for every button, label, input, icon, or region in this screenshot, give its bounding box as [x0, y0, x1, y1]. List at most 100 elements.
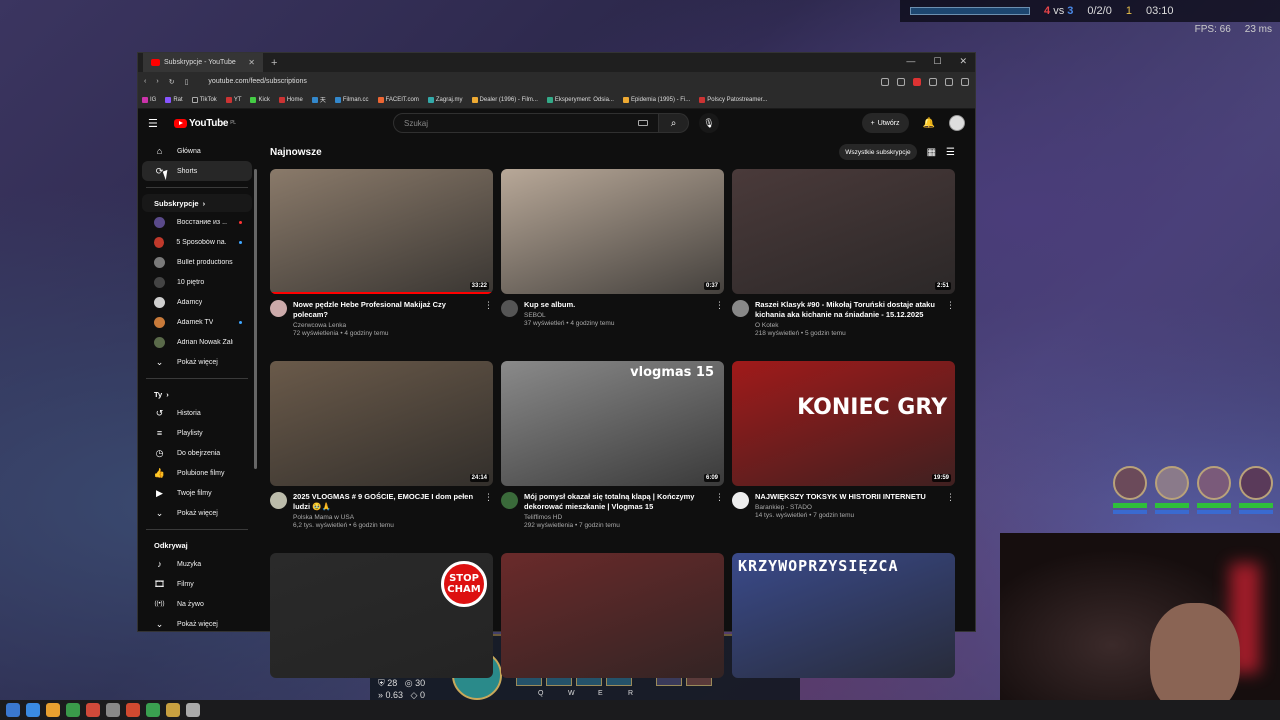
- screen-icon[interactable]: [881, 77, 889, 86]
- more-options-icon[interactable]: ⋮: [946, 300, 955, 311]
- video-thumbnail[interactable]: vlogmas 15 6:09: [501, 361, 724, 486]
- taskbar-app-icon[interactable]: [66, 703, 80, 717]
- voice-search-button[interactable]: 🎙: [699, 113, 719, 133]
- bookmark-item[interactable]: TikTok: [191, 96, 217, 103]
- champion-portrait[interactable]: [1196, 466, 1232, 514]
- keyboard-icon[interactable]: [638, 120, 648, 126]
- sidebar-item-music[interactable]: ♪ Muzyka: [142, 554, 252, 574]
- bookmark-item[interactable]: IG: [142, 96, 156, 103]
- start-icon[interactable]: [6, 703, 20, 717]
- channel-avatar[interactable]: [501, 492, 518, 509]
- channel-avatar[interactable]: [270, 492, 287, 509]
- share-icon[interactable]: [897, 77, 905, 86]
- video-title[interactable]: 2025 VLOGMAS # 9 GOŚCIE, EMOCJE I dom pe…: [293, 492, 478, 512]
- bookmark-item[interactable]: Rat: [165, 96, 183, 103]
- more-options-icon[interactable]: ⋮: [715, 492, 724, 503]
- taskbar-app-icon[interactable]: [186, 703, 200, 717]
- video-card[interactable]: STOP CHAM: [270, 553, 493, 720]
- taskbar-app-icon[interactable]: [106, 703, 120, 717]
- taskbar-app-icon[interactable]: [126, 703, 140, 717]
- more-options-icon[interactable]: ⋮: [484, 492, 493, 503]
- extension-icon[interactable]: [929, 77, 937, 86]
- download-icon[interactable]: [945, 77, 953, 86]
- subscription-item[interactable]: Adrian Nowak Żalno: [142, 332, 252, 352]
- subscription-item[interactable]: Восстание из ...: [142, 212, 252, 232]
- video-title[interactable]: Kup se album.: [524, 300, 614, 310]
- channel-avatar[interactable]: [501, 300, 518, 317]
- sidebar-scrollbar[interactable]: [254, 169, 257, 469]
- sidebar-item-watch-later[interactable]: ◷ Do obejrzenia: [142, 443, 252, 463]
- video-card[interactable]: KRZYWOPRZYSIĘZCA: [732, 553, 955, 720]
- notifications-bell-icon[interactable]: 🔔: [923, 118, 935, 129]
- video-thumbnail[interactable]: 2:51: [732, 169, 955, 294]
- bookmark-item[interactable]: Eksperyment: Odsia...: [546, 96, 614, 103]
- maximize-button[interactable]: ☐: [933, 56, 941, 67]
- bookmark-item[interactable]: FACEIT.com: [377, 96, 419, 103]
- sidebar-item-playlist[interactable]: ≡ Playlisty: [142, 423, 252, 443]
- channel-name[interactable]: Barankiep - STADO: [755, 504, 926, 511]
- subscription-item[interactable]: Adamcy: [142, 292, 252, 312]
- video-thumbnail[interactable]: 0:37: [501, 169, 724, 294]
- bookmark-item[interactable]: Epidemia (1995) - Fi...: [622, 96, 690, 103]
- sidebar-item-live[interactable]: ((•)) Na żywo: [142, 594, 252, 614]
- video-card[interactable]: 2:51 Raszei Klasyk #90 - Mikołaj Toruński…: [732, 169, 955, 351]
- subscription-item[interactable]: 5 Sposobów na...: [142, 232, 252, 252]
- video-card[interactable]: 0:37 Kup se album. SEBOL 37 wyświetleń • 4 …: [501, 169, 724, 351]
- show-more-subscriptions[interactable]: ⌄ Pokaż więcej: [142, 352, 252, 372]
- video-title[interactable]: NAJWIĘKSZY TOKSYK W HISTORII INTERNETU: [755, 492, 926, 502]
- bookmark-item[interactable]: Filman.cc: [334, 96, 369, 103]
- champion-portrait[interactable]: [1238, 466, 1274, 514]
- channel-avatar[interactable]: [732, 492, 749, 509]
- search-input[interactable]: Szukaj: [393, 113, 659, 133]
- bookmark-item[interactable]: Zagraj.my: [427, 96, 463, 103]
- channel-avatar[interactable]: [732, 300, 749, 317]
- minimize-button[interactable]: —: [906, 56, 915, 67]
- bookmark-item[interactable]: Kick: [250, 96, 270, 103]
- champion-portrait[interactable]: [1112, 466, 1148, 514]
- video-thumbnail[interactable]: [501, 553, 724, 678]
- video-card[interactable]: [501, 553, 724, 720]
- subscriptions-header[interactable]: Subskrypcje ›: [142, 194, 252, 212]
- taskbar-app-icon[interactable]: [26, 703, 40, 717]
- channel-name[interactable]: Polska Mama w USA: [293, 514, 478, 521]
- sidebar-item-your-videos[interactable]: ▶ Twoje filmy: [142, 483, 252, 503]
- video-card[interactable]: 33:22 Nowe pędzle Hebe Profesional Makija…: [270, 169, 493, 351]
- search-button[interactable]: ⌕: [659, 113, 689, 133]
- subscription-item[interactable]: Adamek TV: [142, 312, 252, 332]
- more-options-icon[interactable]: ⋮: [484, 300, 493, 311]
- sidebar-item-history[interactable]: ↺ Historia: [142, 403, 252, 423]
- video-card[interactable]: vlogmas 15 6:09 Mój pomysł okazał się tota…: [501, 361, 724, 543]
- video-thumbnail[interactable]: STOP CHAM: [270, 553, 493, 678]
- sidebar-item-shorts[interactable]: ⟳ Shorts: [142, 161, 252, 181]
- tab-subscriptions[interactable]: Subskrypcje - YouTube ✕: [143, 53, 263, 72]
- channel-avatar[interactable]: [270, 300, 287, 317]
- video-thumbnail[interactable]: 24:14: [270, 361, 493, 486]
- back-icon[interactable]: ‹: [144, 78, 146, 85]
- new-tab-button[interactable]: +: [271, 57, 277, 69]
- video-title[interactable]: Nowe pędzle Hebe Profesional Makijaż Czy…: [293, 300, 478, 320]
- bookmark-icon[interactable]: ▯: [185, 78, 189, 86]
- hamburger-menu-icon[interactable]: ☰: [148, 117, 168, 130]
- bookmark-item[interactable]: Dealer (1996) - Film...: [471, 96, 538, 103]
- menu-icon[interactable]: [961, 77, 969, 86]
- video-thumbnail[interactable]: 33:22: [270, 169, 493, 294]
- video-card[interactable]: 24:14 2025 VLOGMAS # 9 GOŚCIE, EMOCJE I d…: [270, 361, 493, 543]
- channel-name[interactable]: SEBOL: [524, 312, 614, 319]
- grid-view-icon[interactable]: ▦: [927, 147, 936, 158]
- show-more-explore[interactable]: ⌄ Pokaż więcej: [142, 614, 252, 631]
- taskbar-app-icon[interactable]: [46, 703, 60, 717]
- you-header[interactable]: Ty ›: [142, 385, 252, 403]
- youtube-logo[interactable]: YouTube PL: [174, 118, 236, 129]
- more-options-icon[interactable]: ⋮: [715, 300, 724, 311]
- sidebar-item-home[interactable]: ⌂ Główna: [142, 141, 252, 161]
- create-button[interactable]: + Utwórz: [861, 113, 909, 133]
- bookmark-item[interactable]: Home: [278, 96, 303, 103]
- bookmark-item[interactable]: YT: [225, 96, 241, 103]
- more-options-icon[interactable]: ⋮: [946, 492, 955, 503]
- all-subscriptions-button[interactable]: Wszystkie subskrypcje: [839, 144, 917, 160]
- video-card[interactable]: KONIEC GRY 19:59 NAJWIĘKSZY TOKSYK W HISTO…: [732, 361, 955, 543]
- account-avatar[interactable]: [949, 115, 965, 131]
- video-thumbnail[interactable]: KRZYWOPRZYSIĘZCA: [732, 553, 955, 678]
- sidebar-item-film[interactable]: 🎞 Filmy: [142, 574, 252, 594]
- forward-icon[interactable]: ›: [156, 78, 158, 85]
